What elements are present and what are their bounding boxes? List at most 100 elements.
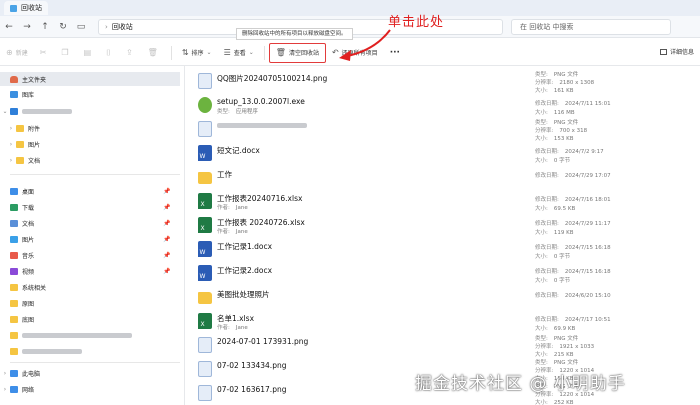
folder-icon <box>10 347 18 355</box>
file-size: 大小: 69.5 KB <box>535 204 575 212</box>
back-icon[interactable]: ← <box>0 18 18 36</box>
pin-icon[interactable]: 📌 <box>163 268 170 275</box>
view-icon: ☰ <box>223 48 231 57</box>
forward-icon[interactable]: → <box>18 18 36 36</box>
sidebar-item-videos[interactable]: 视频 📌 <box>0 264 180 278</box>
sidebar-item-pictures-folder[interactable]: › 图片 <box>6 137 186 151</box>
cut-button[interactable]: ✂ <box>34 43 56 63</box>
sidebar-item-music[interactable]: 音乐 📌 <box>0 248 180 262</box>
pin-icon[interactable]: 📌 <box>163 188 170 195</box>
sort-button[interactable]: ⇅ 排序 ⌄ <box>176 43 218 63</box>
new-button[interactable]: ⊕ 新建 <box>0 43 34 63</box>
sidebar-item-documents-folder[interactable]: › 文档 <box>6 153 186 167</box>
folder-icon <box>10 315 18 323</box>
sidebar-item-account[interactable]: ⌄ <box>0 104 180 118</box>
pin-icon[interactable]: 📌 <box>163 204 170 211</box>
document-icon <box>10 219 18 227</box>
view-button[interactable]: ☰ 查看 ⌄ <box>218 43 260 63</box>
list-item[interactable]: X 工作报表20240716.xlsx 作者: Jane 修改日期: 2024/7/16 … <box>190 190 700 213</box>
search-input[interactable]: 在 回收站 中搜索 <box>511 18 671 35</box>
file-size: 大小: 215 KB <box>535 350 574 358</box>
folder-icon <box>198 172 212 184</box>
chevron-right-icon[interactable]: › <box>0 386 10 393</box>
sidebar-item-this-pc[interactable]: › 此电脑 <box>0 366 180 380</box>
sidebar-item-documents[interactable]: 文档 📌 <box>0 216 180 230</box>
sidebar-item-network[interactable]: › 网络 <box>0 382 180 396</box>
search-placeholder: 在 回收站 中搜索 <box>520 22 574 31</box>
field-value: Jane <box>235 325 248 331</box>
file-type: 类型: 应用程序 <box>217 107 258 115</box>
sidebar-item-label: 视频 <box>22 268 35 276</box>
tab-recycle-bin[interactable]: 回收站 <box>4 1 48 15</box>
file-size: 大小: 252 KB <box>535 398 574 405</box>
empty-recycle-bin-button[interactable]: 🗑 清空回收站 <box>268 42 326 63</box>
paste-icon: ▤ <box>83 48 92 57</box>
sidebar-item-home[interactable]: 主文件夹 <box>0 72 180 86</box>
sidebar-item-originals[interactable]: 原图 <box>0 296 180 310</box>
field-value: 2024/7/15 16:18 <box>564 245 611 251</box>
sidebar-item-gallery[interactable]: 图库 <box>0 87 180 101</box>
sidebar-item-redacted[interactable] <box>0 344 180 358</box>
list-item[interactable]: W 工作记录1.docx 修改日期: 2024/7/15 16:18 大小: 0 字节 <box>190 238 700 261</box>
sidebar-item-pictures[interactable]: 图片 📌 <box>0 232 180 246</box>
share-button[interactable]: ⇪ <box>120 43 142 63</box>
list-item[interactable]: QQ图片20240705100214.png 类型: PNG 文件 分辨率: 2180 … <box>190 70 700 94</box>
chevron-right-icon[interactable]: › <box>6 125 16 132</box>
list-item[interactable]: W 短文记.docx 修改日期: 2024/7/2 9:17 大小: 0 字节 <box>190 142 700 165</box>
sort-icon: ⇅ <box>181 48 189 57</box>
refresh-icon[interactable]: ↻ <box>54 18 72 36</box>
delete-button[interactable]: 🗑 <box>142 43 167 63</box>
file-name: 工作记录1.docx <box>217 242 273 251</box>
computer-icon <box>10 369 18 377</box>
chevron-right-icon[interactable]: › <box>6 141 16 148</box>
image-file-icon <box>198 361 212 377</box>
cloud-icon <box>10 107 18 115</box>
up-icon[interactable]: ↑ <box>36 18 54 36</box>
field-value: 0 字节 <box>553 158 571 164</box>
folder-icon <box>10 283 18 291</box>
file-modified: 修改日期: 2024/7/11 15:01 <box>535 99 611 107</box>
chevron-right-icon[interactable]: › <box>6 157 16 164</box>
file-name: 工作记录2.docx <box>217 266 273 275</box>
scissors-icon: ✂ <box>39 48 47 57</box>
list-item[interactable]: X 工作报表 20240726.xlsx 作者: Jane 修改日期: 2024/7/29… <box>190 214 700 237</box>
list-item[interactable]: X 名单1.xlsx 作者: Jane 修改日期: 2024/7/17 10:51 大小: 6… <box>190 310 700 333</box>
file-type: 类型: PNG 文件 <box>535 334 578 342</box>
path-text: 回收站 <box>111 22 133 31</box>
sidebar-item-label: 系统相关 <box>22 284 47 292</box>
list-item[interactable]: setup_13.0.0.2007l.exe 类型: 应用程序 修改日期: 2024/7… <box>190 94 700 117</box>
list-item[interactable]: 美图批处理照片 修改日期: 2024/6/20 15:10 <box>190 286 700 309</box>
chevron-down-icon[interactable]: ⌄ <box>0 108 10 115</box>
sidebar-item-downloads[interactable]: 下载 📌 <box>0 200 180 214</box>
details-button[interactable]: 详细信息 <box>660 47 694 56</box>
sidebar-item-desktop[interactable]: 桌面 📌 <box>0 184 180 198</box>
picture-icon <box>10 235 18 243</box>
field-label: 大小: <box>535 110 548 116</box>
list-item[interactable]: 2024-07-01 173931.png 类型: PNG 文件 分辨率: 1921 x… <box>190 334 700 358</box>
pin-icon[interactable]: 📌 <box>163 220 170 227</box>
file-size: 大小: 153 KB <box>535 134 574 142</box>
chevron-right-icon[interactable]: › <box>0 370 10 377</box>
paste-button[interactable]: ▤ <box>78 43 101 63</box>
pin-icon[interactable]: 📌 <box>163 252 170 259</box>
sidebar-item-label: 下载 <box>22 204 35 212</box>
list-item[interactable]: W 工作记录2.docx 修改日期: 2024/7/15 16:18 大小: 0 字节 <box>190 262 700 285</box>
list-item[interactable]: 类型: PNG 文件 分辨率: 700 x 318 大小: 153 KB <box>190 118 700 142</box>
sidebar-item-label: 主文件夹 <box>22 76 47 84</box>
copy-button[interactable]: ❐ <box>55 43 77 63</box>
sort-label: 排序 <box>191 50 204 57</box>
list-item[interactable]: 工作 修改日期: 2024/7/29 17:07 <box>190 166 700 189</box>
file-size: 大小: 69.9 KB <box>535 324 575 332</box>
pin-icon[interactable]: 📌 <box>163 236 170 243</box>
field-value: 2024/7/29 17:07 <box>564 173 611 179</box>
sidebar-item-redacted[interactable] <box>0 328 180 342</box>
divider <box>10 174 180 175</box>
share-icon: ⇪ <box>125 48 133 57</box>
file-type: 类型: PNG 文件 <box>535 358 578 366</box>
field-value: 2024/7/2 9:17 <box>564 149 604 155</box>
sidebar-item-system[interactable]: 系统相关 <box>0 280 180 294</box>
sidebar-item-attachments[interactable]: › 附件 <box>6 121 186 135</box>
sidebar-item-base-images[interactable]: 底图 <box>0 312 180 326</box>
rename-button[interactable]: ⌷ <box>100 43 120 63</box>
field-value: 2024/6/20 15:10 <box>564 293 611 299</box>
